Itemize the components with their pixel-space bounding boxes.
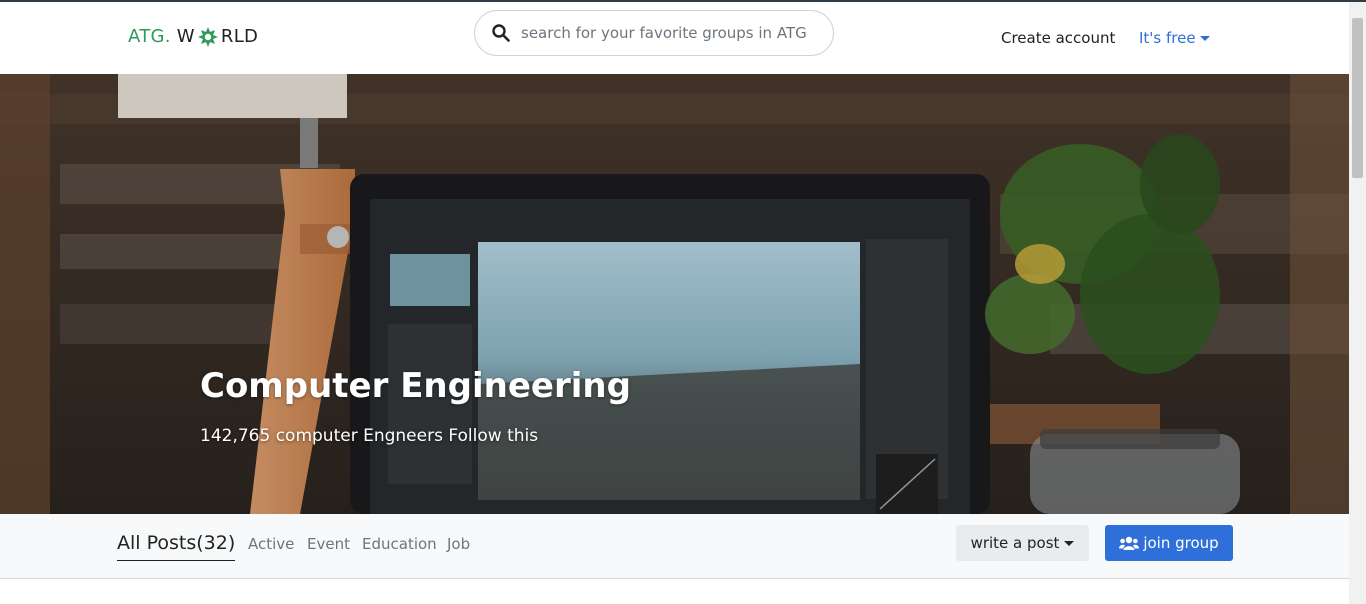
- its-free-dropdown[interactable]: It's free: [1139, 29, 1210, 47]
- join-group-label: join group: [1143, 534, 1219, 552]
- write-post-button[interactable]: write a post: [956, 525, 1089, 561]
- logo[interactable]: ATG. W RLD: [128, 26, 258, 47]
- caret-down-icon: [1199, 35, 1210, 41]
- tab-education[interactable]: Education: [362, 535, 437, 553]
- caret-down-icon: [1064, 540, 1075, 546]
- its-free-label: It's free: [1139, 29, 1196, 47]
- tab-job[interactable]: Job: [447, 535, 470, 553]
- group-title: Computer Engineering: [200, 366, 631, 406]
- write-post-label: write a post: [970, 534, 1060, 552]
- hero-banner: Computer Engineering 142,765 computer En…: [0, 74, 1349, 514]
- logo-atg: ATG.: [128, 26, 171, 47]
- create-account-link[interactable]: Create account: [1001, 29, 1115, 47]
- hero-background-image: [0, 74, 1349, 514]
- tab-event[interactable]: Event: [307, 535, 350, 553]
- navbar: ATG. W RLD Create account It's free: [0, 2, 1349, 74]
- tab-active[interactable]: Active: [248, 535, 294, 553]
- page-scrollbar[interactable]: [1349, 2, 1366, 604]
- scrollbar-thumb[interactable]: [1352, 18, 1363, 178]
- logo-rld: RLD: [220, 26, 259, 47]
- search-box: [474, 10, 834, 56]
- group-followers: 142,765 computer Engneers Follow this: [200, 426, 539, 446]
- tab-all-posts[interactable]: All Posts(32): [117, 532, 236, 561]
- gear-icon: [197, 26, 218, 47]
- search-icon: [492, 24, 510, 42]
- logo-w: W: [176, 26, 195, 47]
- search-input[interactable]: [521, 22, 821, 44]
- post-tabs-bar: All Posts(32) Active Event Education Job…: [0, 514, 1349, 579]
- join-group-button[interactable]: join group: [1105, 525, 1233, 561]
- users-icon: [1119, 536, 1140, 550]
